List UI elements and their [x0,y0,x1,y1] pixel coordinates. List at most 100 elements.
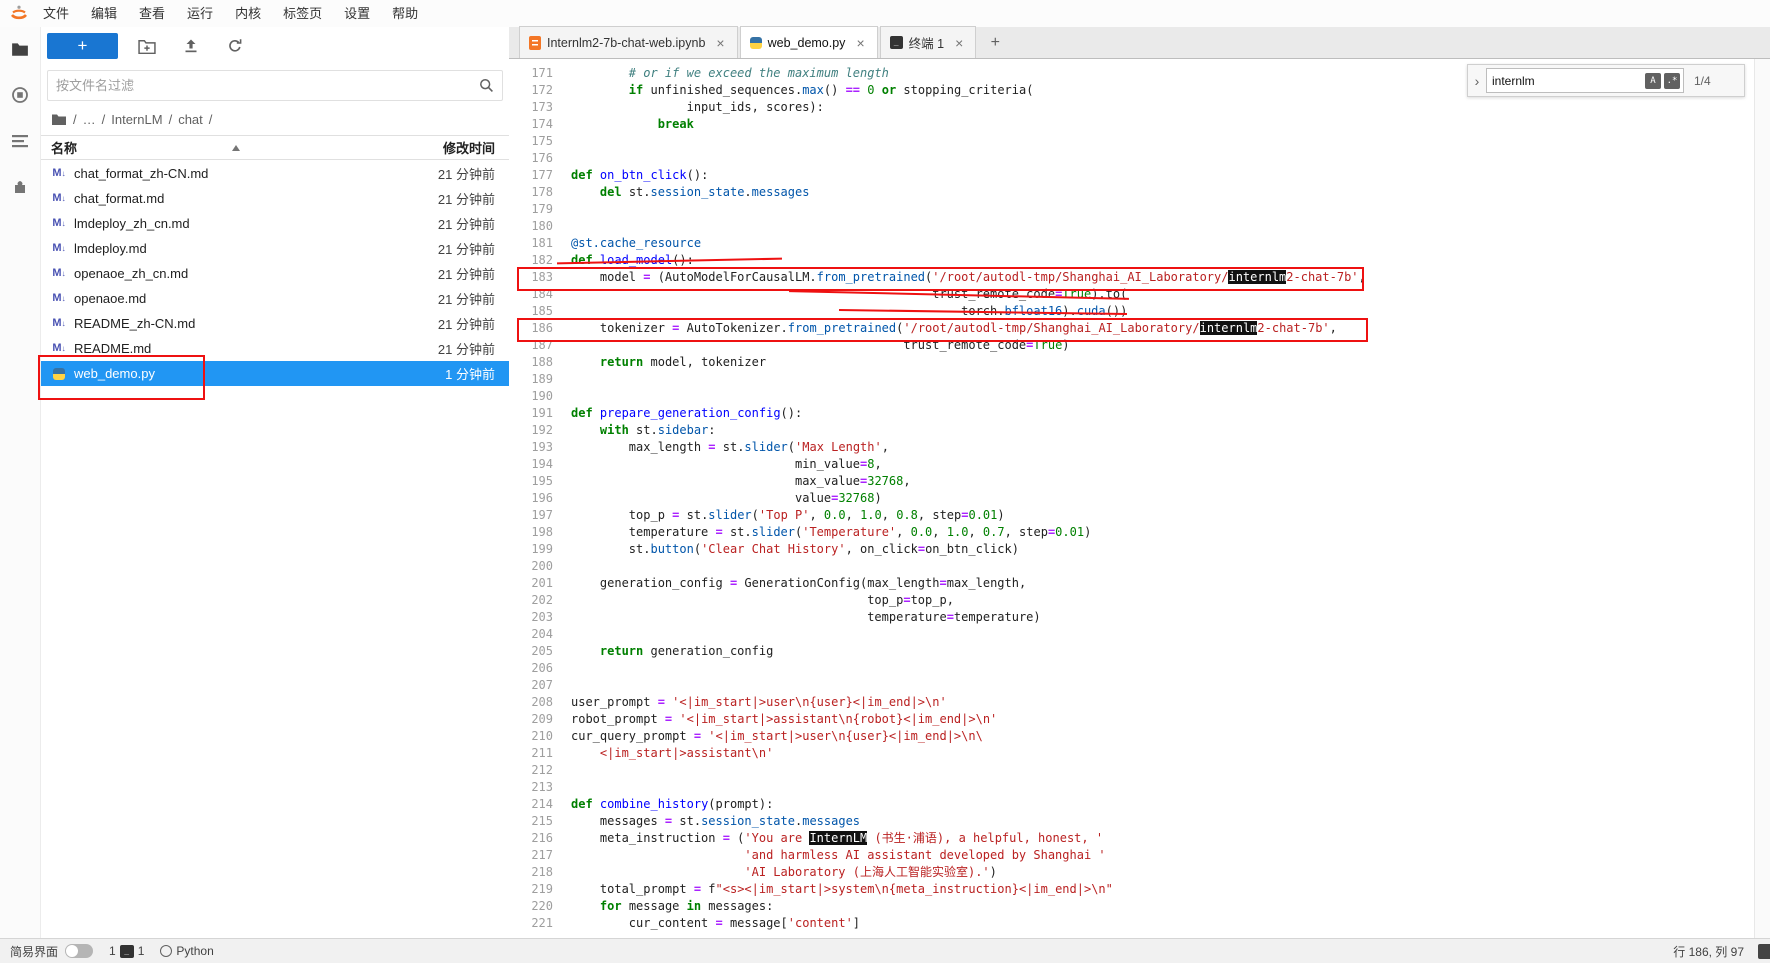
code-line[interactable]: 173 input_ids, scores): [509,99,1754,116]
code-text[interactable]: top_p=top_p, [563,592,954,609]
code-text[interactable]: return generation_config [563,643,773,660]
cursor-position[interactable]: 行 186, 列 97 [1673,943,1744,960]
code-text[interactable]: tokenizer = AutoTokenizer.from_pretraine… [563,320,1337,337]
tab--1[interactable]: _终端 1× [880,26,977,58]
new-folder-icon[interactable] [132,33,162,59]
code-text[interactable] [563,677,571,694]
code-line[interactable]: 215 messages = st.session_state.messages [509,813,1754,830]
code-text[interactable]: <|im_start|>assistant\n' [563,745,773,762]
file-row[interactable]: M↓README.md21 分钟前 [41,336,509,361]
code-line[interactable]: 198 temperature = st.slider('Temperature… [509,524,1754,541]
code-line[interactable]: 214def combine_history(prompt): [509,796,1754,813]
code-line[interactable]: 212 [509,762,1754,779]
code-text[interactable]: total_prompt = f"<s><|im_start|>system\n… [563,881,1113,898]
code-line[interactable]: 211 <|im_start|>assistant\n' [509,745,1754,762]
code-text[interactable]: robot_prompt = '<|im_start|>assistant\n{… [563,711,997,728]
code-line[interactable]: 187 trust_remote_code=True) [509,337,1754,354]
search-input[interactable] [1487,74,1645,88]
code-text[interactable]: @st.cache_resource [563,235,701,252]
code-line[interactable]: 221 cur_content = message['content'] [509,915,1754,932]
tab-internlm2-7b-chat-web-ipynb[interactable]: Internlm2-7b-chat-web.ipynb× [519,26,738,58]
menu-item[interactable]: 设置 [333,1,381,27]
code-text[interactable] [563,218,571,235]
code-text[interactable]: value=32768) [563,490,882,507]
code-line[interactable]: 205 return generation_config [509,643,1754,660]
column-header-modified[interactable]: 修改时间 [375,138,509,157]
menu-item[interactable]: 帮助 [381,1,429,27]
code-line[interactable]: 175 [509,133,1754,150]
code-line[interactable]: 179 [509,201,1754,218]
code-text[interactable]: cur_query_prompt = '<|im_start|>user\n{u… [563,728,983,745]
match-case-icon[interactable]: A [1645,73,1661,89]
code-text[interactable]: torch.bfloat16).cuda()) [563,303,1127,320]
code-line[interactable]: 216 meta_instruction = ('You are InternL… [509,830,1754,847]
file-row[interactable]: M↓openaoe.md21 分钟前 [41,286,509,311]
editor-scrollbar[interactable] [1754,59,1770,938]
code-line[interactable]: 185 torch.bfloat16).cuda()) [509,303,1754,320]
code-text[interactable] [563,626,571,643]
code-text[interactable]: break [563,116,694,133]
file-row[interactable]: M↓README_zh-CN.md21 分钟前 [41,311,509,336]
code-line[interactable]: 189 [509,371,1754,388]
code-text[interactable]: model = (AutoModelForCausalLM.from_pretr… [563,269,1366,286]
code-line[interactable]: 202 top_p=top_p, [509,592,1754,609]
code-text[interactable] [563,133,571,150]
code-text[interactable]: min_value=8, [563,456,882,473]
file-row[interactable]: M↓chat_format.md21 分钟前 [41,186,509,211]
menu-item[interactable]: 查看 [128,1,176,27]
code-text[interactable]: input_ids, scores): [563,99,824,116]
code-text[interactable]: cur_content = message['content'] [563,915,860,932]
code-text[interactable]: # or if we exceed the maximum length [563,65,889,82]
column-header-name[interactable]: 名称 [41,138,232,157]
code-text[interactable]: def load_model(): [563,252,694,269]
menu-item[interactable]: 文件 [32,1,80,27]
code-text[interactable] [563,388,571,405]
code-text[interactable]: user_prompt = '<|im_start|>user\n{user}<… [563,694,947,711]
code-line[interactable]: 196 value=32768) [509,490,1754,507]
code-text[interactable]: temperature = st.slider('Temperature', 0… [563,524,1091,541]
code-line[interactable]: 178 del st.session_state.messages [509,184,1754,201]
code-text[interactable]: del st.session_state.messages [563,184,809,201]
menu-item[interactable]: 内核 [224,1,272,27]
code-text[interactable]: def prepare_generation_config(): [563,405,802,422]
tab-web_demo-py[interactable]: web_demo.py× [740,26,878,58]
code-line[interactable]: 194 min_value=8, [509,456,1754,473]
search-expand-chevron-icon[interactable]: › [1468,73,1486,89]
kernels-status[interactable]: 1 _ 1 [109,944,144,958]
code-text[interactable]: st.button('Clear Chat History', on_click… [563,541,1019,558]
regex-icon[interactable]: .* [1664,73,1680,89]
code-line[interactable]: 209robot_prompt = '<|im_start|>assistant… [509,711,1754,728]
code-text[interactable]: def on_btn_click(): [563,167,708,184]
code-text[interactable] [563,762,571,779]
extensions-icon[interactable] [10,177,30,197]
menu-item[interactable]: 标签页 [272,1,333,27]
running-sessions-icon[interactable] [10,85,30,105]
code-text[interactable]: generation_config = GenerationConfig(max… [563,575,1026,592]
file-row[interactable]: M↓lmdeploy.md21 分钟前 [41,236,509,261]
menu-item[interactable]: 运行 [176,1,224,27]
code-text[interactable] [563,779,571,796]
code-line[interactable]: 217 'and harmless AI assistant developed… [509,847,1754,864]
menu-item[interactable]: 编辑 [80,1,128,27]
add-tab-button[interactable]: + [982,30,1008,56]
folder-icon[interactable] [51,113,67,126]
code-line[interactable]: 183 model = (AutoModelForCausalLM.from_p… [509,269,1754,286]
code-line[interactable]: 199 st.button('Clear Chat History', on_c… [509,541,1754,558]
breadcrumb-item[interactable]: … [83,112,96,127]
code-line[interactable]: 188 return model, tokenizer [509,354,1754,371]
code-line[interactable]: 182def load_model(): [509,252,1754,269]
tab-close-icon[interactable]: × [713,35,727,51]
code-line[interactable]: 208user_prompt = '<|im_start|>user\n{use… [509,694,1754,711]
tab-close-icon[interactable]: × [853,35,867,51]
code-text[interactable]: with st.sidebar: [563,422,716,439]
code-line[interactable]: 218 'AI Laboratory (上海人工智能实验室).') [509,864,1754,881]
tab-close-icon[interactable]: × [952,35,966,51]
code-line[interactable]: 204 [509,626,1754,643]
code-text[interactable]: top_p = st.slider('Top P', 0.0, 1.0, 0.8… [563,507,1005,524]
code-line[interactable]: 193 max_length = st.slider('Max Length', [509,439,1754,456]
new-launcher-button[interactable]: + [47,33,118,59]
code-text[interactable] [563,371,571,388]
code-line[interactable]: 180 [509,218,1754,235]
code-editor[interactable]: 171 # or if we exceed the maximum length… [509,59,1770,938]
file-filter-input[interactable] [48,78,479,93]
